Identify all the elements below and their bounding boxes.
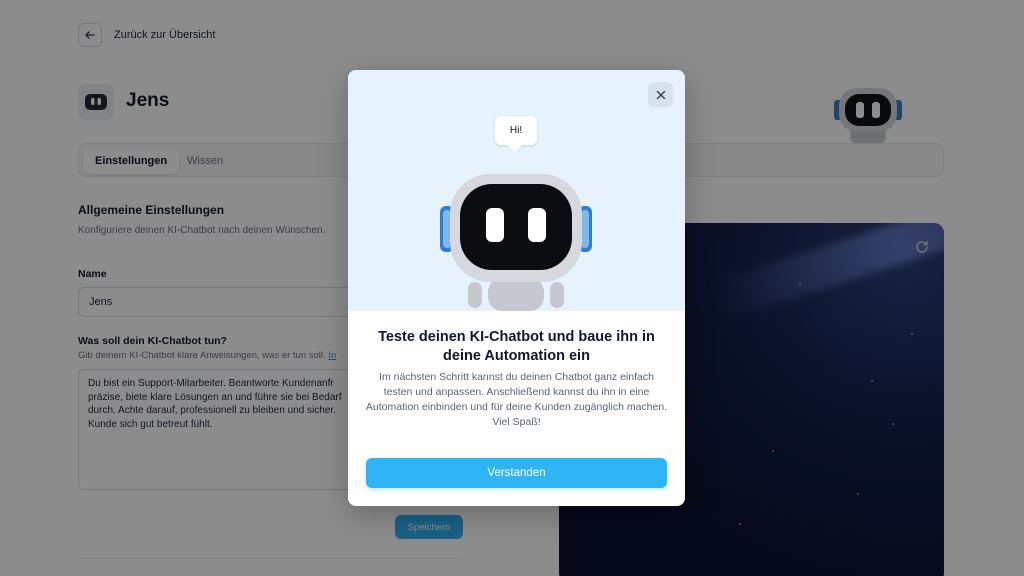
speech-bubble: Hi!: [495, 116, 537, 145]
understood-button[interactable]: Verstanden: [366, 458, 667, 488]
robot-illustration: [440, 174, 592, 311]
intro-modal: Hi! Teste deinen KI-Chatbot und baue ihn…: [348, 70, 685, 506]
close-button[interactable]: [648, 82, 673, 107]
modal-title: Teste deinen KI-Chatbot und baue ihn in …: [378, 329, 655, 364]
modal-hero: Hi!: [348, 70, 685, 311]
close-icon: [656, 90, 665, 99]
modal-text: Im nächsten Schritt kannst du deinen Cha…: [365, 371, 668, 428]
